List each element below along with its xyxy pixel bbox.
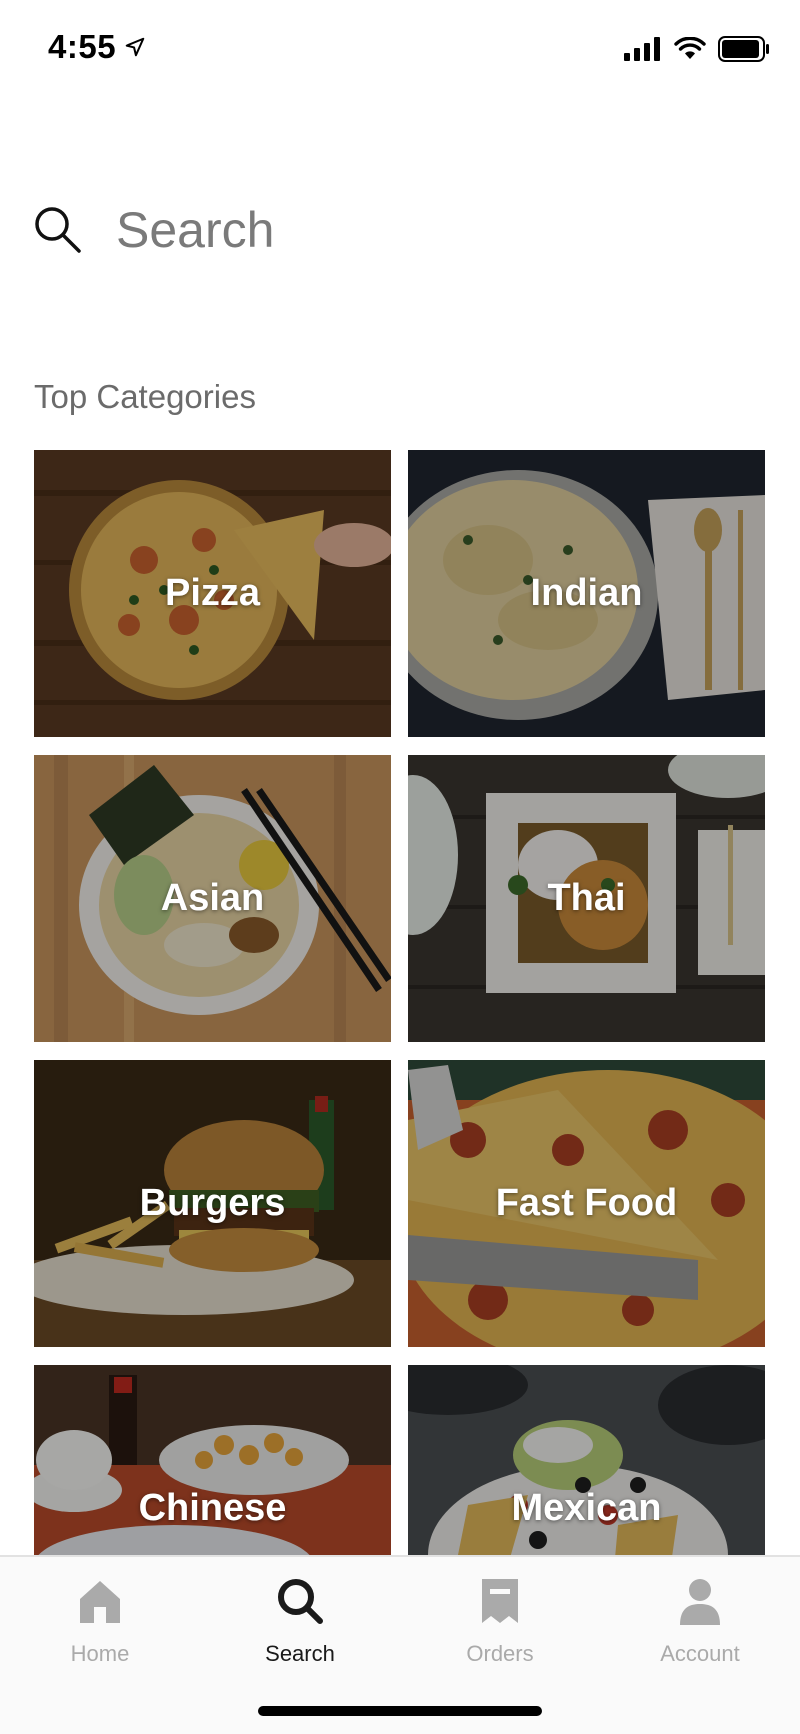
- search-icon: [35, 207, 81, 253]
- category-label: Thai: [547, 877, 626, 919]
- status-bar: 4:55: [0, 0, 800, 100]
- category-label: Indian: [530, 572, 643, 614]
- search-bar[interactable]: [32, 190, 772, 270]
- category-tile-mexican[interactable]: Mexican: [408, 1365, 765, 1555]
- nav-item-search[interactable]: Search: [200, 1575, 400, 1667]
- category-label: Mexican: [511, 1487, 662, 1529]
- category-label: Asian: [160, 877, 265, 919]
- nav-label: Account: [660, 1641, 740, 1666]
- location-arrow-icon: [125, 37, 145, 57]
- category-label: Pizza: [164, 572, 261, 614]
- category-label: Chinese: [138, 1487, 287, 1529]
- status-time-text: 4:55: [48, 28, 117, 65]
- status-indicators: [624, 36, 770, 62]
- home-indicator: [258, 1706, 542, 1716]
- category-tile-asian[interactable]: Asian: [34, 755, 391, 1042]
- category-tile-pizza[interactable]: Pizza: [34, 450, 391, 737]
- category-label: Burgers: [139, 1182, 286, 1224]
- nav-label: Orders: [466, 1641, 534, 1666]
- category-tile-thai[interactable]: Thai: [408, 755, 765, 1042]
- category-tile-fast-food[interactable]: Fast Food: [408, 1060, 765, 1347]
- category-grid: Pizza Indian Asian Thai Burgers Fast Foo…: [34, 450, 766, 1555]
- nav-label: Search: [265, 1641, 335, 1666]
- category-tile-indian[interactable]: Indian: [408, 450, 765, 737]
- receipt-icon: [482, 1579, 518, 1623]
- nav-item-orders[interactable]: Orders: [400, 1575, 600, 1667]
- nav-label: Home: [70, 1641, 130, 1666]
- section-title: Top Categories: [34, 378, 256, 415]
- battery-icon: [718, 36, 769, 62]
- search-input[interactable]: [116, 201, 716, 259]
- person-icon: [680, 1579, 720, 1625]
- signal-icon: [624, 37, 660, 61]
- nav-item-home[interactable]: Home: [0, 1575, 200, 1667]
- search-icon: [278, 1579, 323, 1624]
- status-time: 4:55: [48, 28, 146, 66]
- category-tile-burgers[interactable]: Burgers: [34, 1060, 391, 1347]
- nav-item-account[interactable]: Account: [600, 1575, 800, 1667]
- category-tile-chinese[interactable]: Chinese: [34, 1365, 391, 1555]
- wifi-icon: [674, 37, 706, 59]
- category-label: Fast Food: [495, 1182, 678, 1224]
- home-icon: [80, 1581, 120, 1623]
